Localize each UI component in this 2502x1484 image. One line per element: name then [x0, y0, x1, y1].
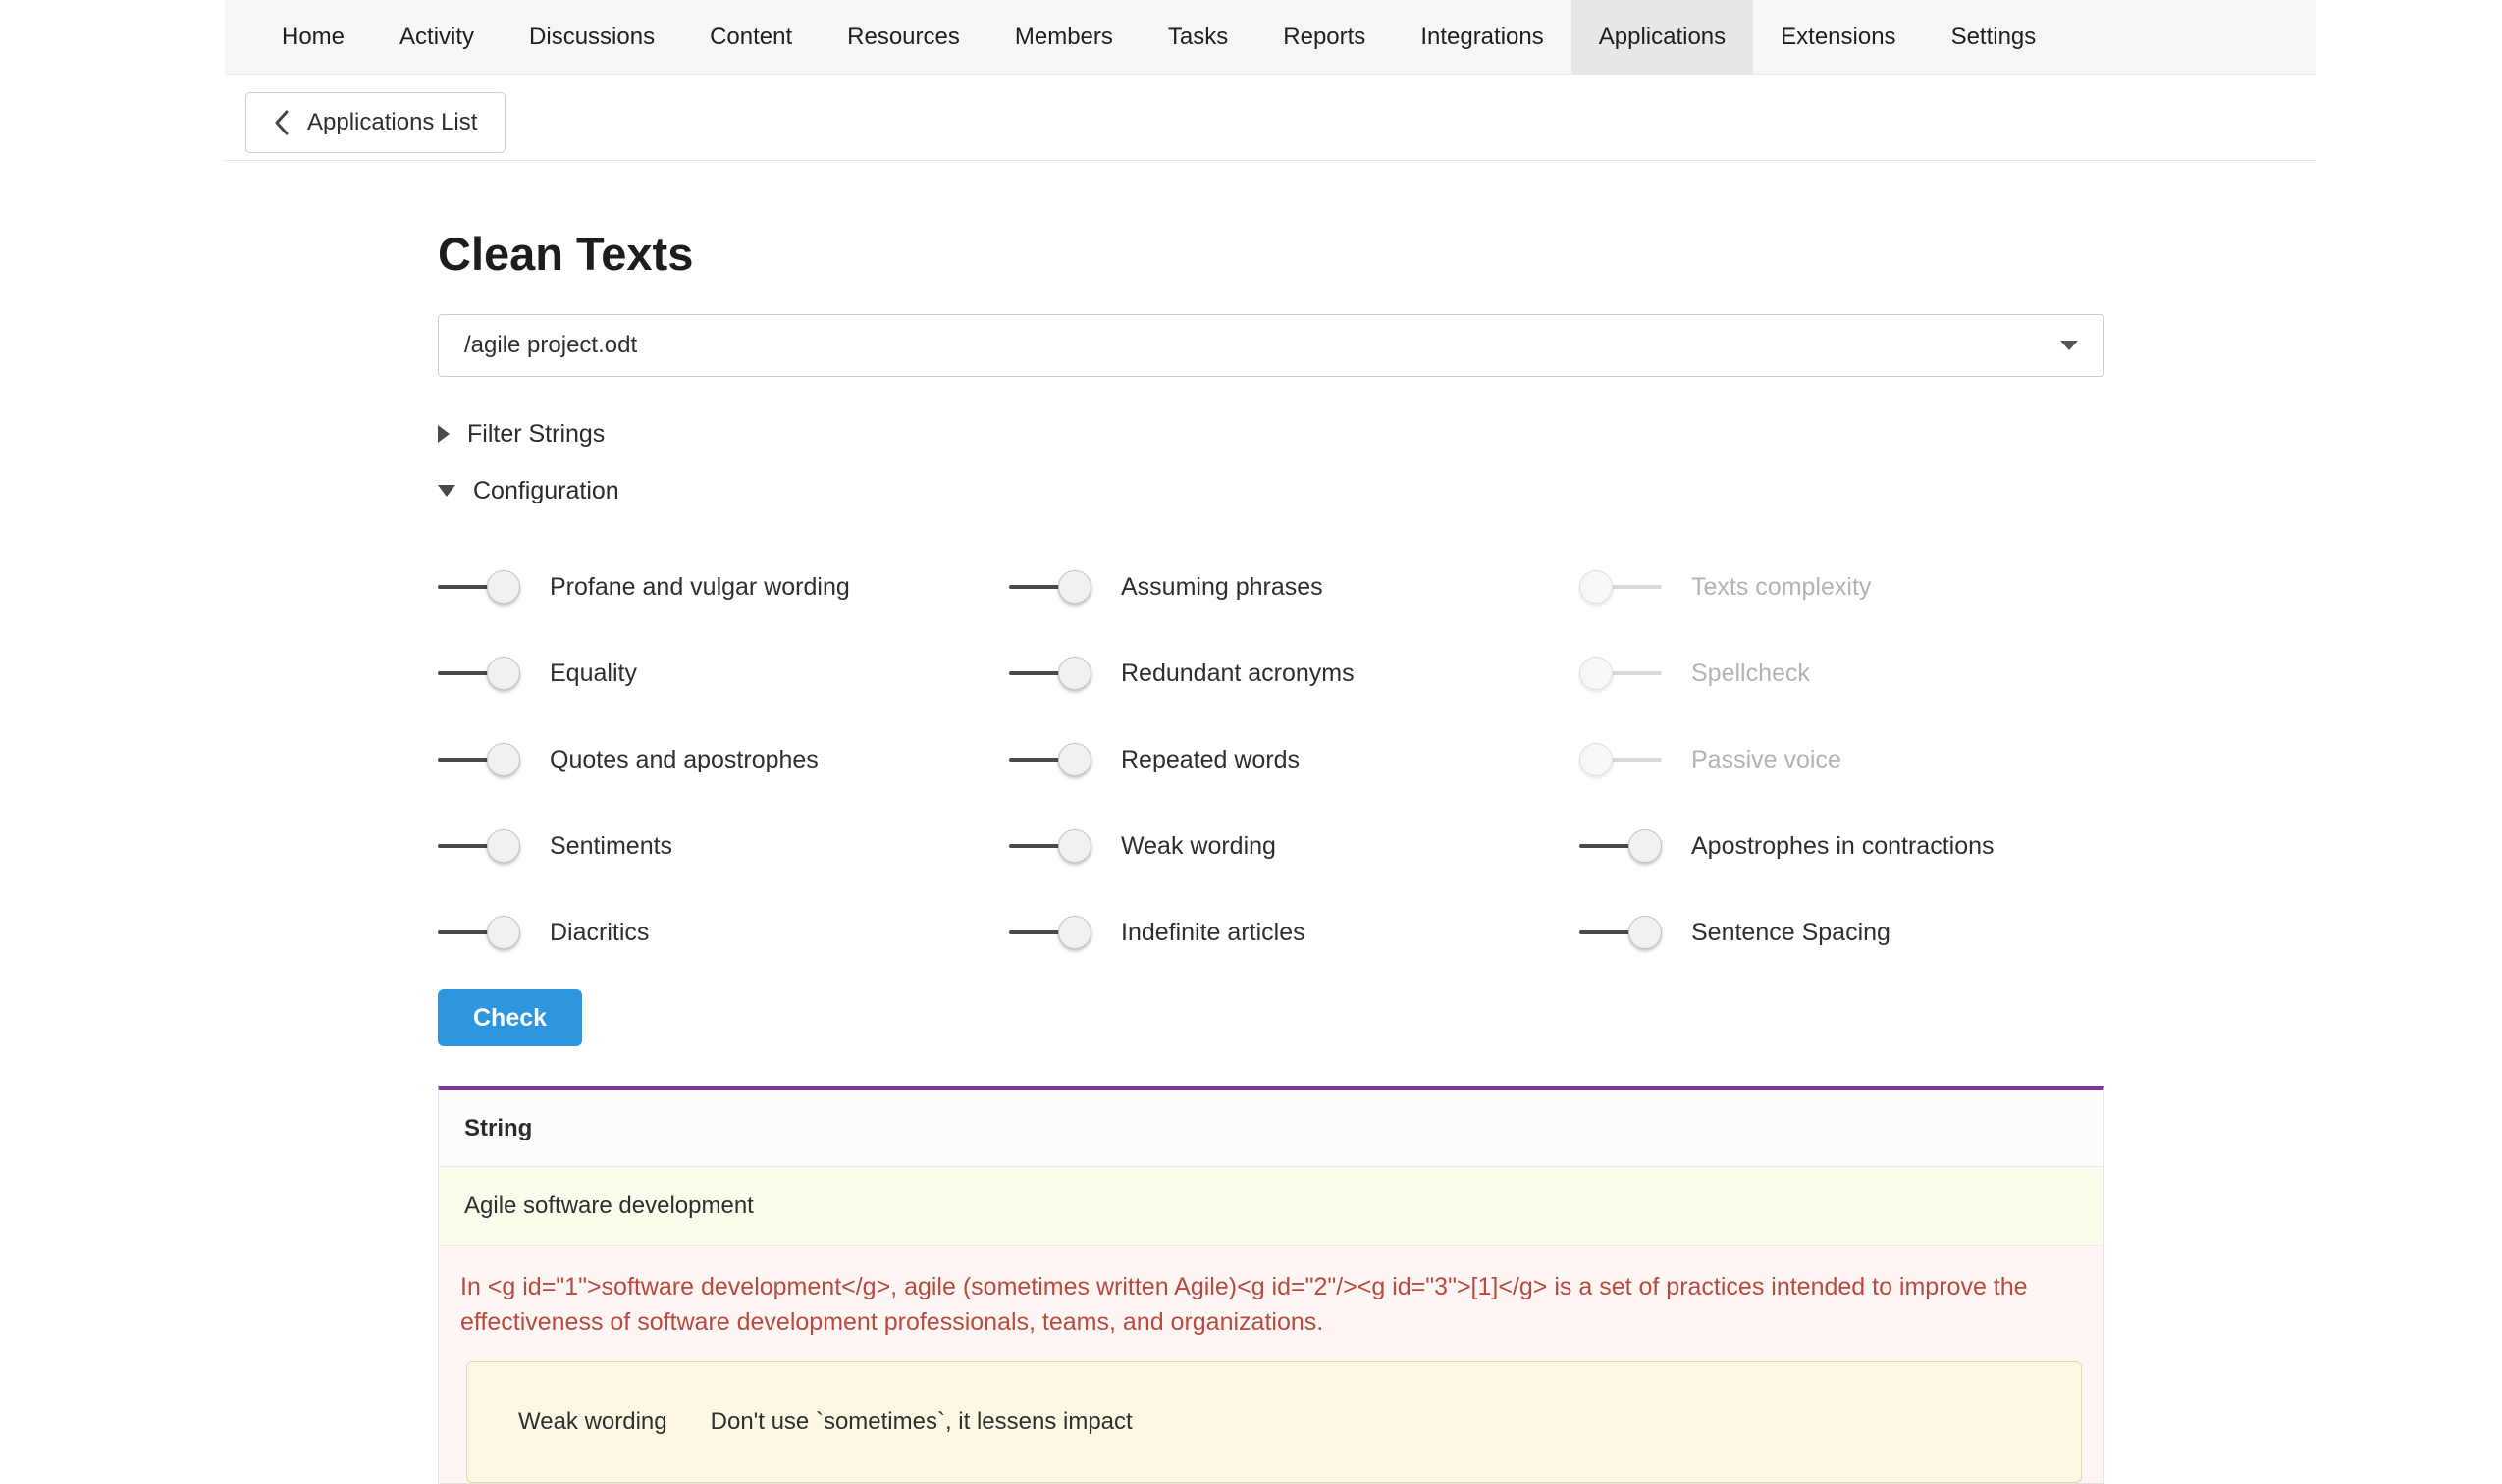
toggle-item-assuming-phrases: Assuming phrases — [1009, 570, 1579, 604]
switch-knob[interactable] — [1058, 916, 1091, 949]
nav-item-activity[interactable]: Activity — [372, 0, 502, 74]
toggle-item-profane-and-vulgar-wording: Profane and vulgar wording — [438, 570, 1009, 604]
nav-item-tasks[interactable]: Tasks — [1141, 0, 1255, 74]
switch-knob[interactable] — [1058, 829, 1091, 863]
error-text: In <g id="1">software development</g>, a… — [460, 1269, 2078, 1340]
issue-box: Weak wording Don't use `sometimes`, it l… — [466, 1361, 2082, 1483]
filter-strings-label: Filter Strings — [467, 420, 605, 449]
switch-knob[interactable] — [1058, 743, 1091, 776]
nav-item-resources[interactable]: Resources — [820, 0, 987, 74]
chevron-left-icon — [274, 109, 290, 136]
switch-knob[interactable] — [1579, 570, 1613, 604]
toggle-item-diacritics: Diacritics — [438, 916, 1009, 949]
toggle-switch-sentiments[interactable] — [438, 829, 520, 863]
configuration-section-toggle[interactable]: Configuration — [438, 475, 2104, 506]
triangle-down-icon — [438, 485, 455, 497]
toggle-switch-spellcheck[interactable] — [1579, 657, 1662, 690]
triangle-right-icon — [438, 425, 450, 443]
toggle-switch-diacritics[interactable] — [438, 916, 520, 949]
subheader: Applications List — [225, 75, 2316, 161]
toggle-item-texts-complexity: Texts complexity — [1579, 570, 2104, 604]
nav-item-integrations[interactable]: Integrations — [1393, 0, 1570, 74]
toggle-item-equality: Equality — [438, 657, 1009, 690]
switch-knob[interactable] — [487, 743, 520, 776]
nav-item-extensions[interactable]: Extensions — [1753, 0, 1923, 74]
toggle-item-quotes-and-apostrophes: Quotes and apostrophes — [438, 743, 1009, 776]
toggle-item-indefinite-articles: Indefinite articles — [1009, 916, 1579, 949]
results-panel: String Agile software development In <g … — [438, 1086, 2104, 1484]
switch-knob[interactable] — [1058, 657, 1091, 690]
switch-knob[interactable] — [487, 570, 520, 604]
toggle-item-passive-voice: Passive voice — [1579, 743, 2104, 776]
toggle-label: Sentence Spacing — [1691, 919, 1890, 947]
toggle-item-apostrophes-in-contractions: Apostrophes in contractions — [1579, 829, 2104, 863]
toggle-item-repeated-words: Repeated words — [1009, 743, 1579, 776]
toggle-label: Profane and vulgar wording — [550, 573, 850, 602]
toggle-item-sentence-spacing: Sentence Spacing — [1579, 916, 2104, 949]
caret-down-icon — [2060, 341, 2078, 350]
toggle-label: Quotes and apostrophes — [550, 746, 819, 774]
toggle-label: Sentiments — [550, 832, 672, 861]
toggle-switch-indefinite-articles[interactable] — [1009, 916, 1091, 949]
issue-type: Weak wording — [518, 1408, 667, 1436]
toggle-label: Passive voice — [1691, 746, 1841, 774]
toggle-label: Weak wording — [1121, 832, 1276, 861]
results-header: String — [439, 1090, 2103, 1167]
app-container: HomeActivityDiscussionsContentResourcesM… — [225, 0, 2316, 1484]
toggle-label: Spellcheck — [1691, 660, 1810, 688]
toggle-switch-apostrophes-in-contractions[interactable] — [1579, 829, 1662, 863]
toggle-label: Diacritics — [550, 919, 649, 947]
issue-message: Don't use `sometimes`, it lessens impact — [711, 1408, 1133, 1436]
toggle-switch-weak-wording[interactable] — [1009, 829, 1091, 863]
toggle-switch-equality[interactable] — [438, 657, 520, 690]
configuration-label: Configuration — [473, 477, 619, 505]
switch-knob[interactable] — [1579, 657, 1613, 690]
nav-item-settings[interactable]: Settings — [1924, 0, 2064, 74]
nav-item-content[interactable]: Content — [682, 0, 820, 74]
toggle-switch-sentence-spacing[interactable] — [1579, 916, 1662, 949]
toggle-label: Repeated words — [1121, 746, 1300, 774]
back-button-label: Applications List — [307, 109, 477, 136]
nav-item-applications[interactable]: Applications — [1571, 0, 1753, 74]
switch-knob[interactable] — [1058, 570, 1091, 604]
toggle-switch-redundant-acronyms[interactable] — [1009, 657, 1091, 690]
main-content: Clean Texts /agile project.odt Filter St… — [438, 161, 2104, 1484]
switch-knob[interactable] — [1628, 916, 1662, 949]
nav-item-home[interactable]: Home — [254, 0, 372, 74]
file-select[interactable]: /agile project.odt — [438, 314, 2104, 377]
toggle-item-spellcheck: Spellcheck — [1579, 657, 2104, 690]
nav-item-members[interactable]: Members — [987, 0, 1141, 74]
toggle-item-weak-wording: Weak wording — [1009, 829, 1579, 863]
filter-strings-section-toggle[interactable]: Filter Strings — [438, 418, 2104, 450]
check-button[interactable]: Check — [438, 989, 582, 1046]
page-title: Clean Texts — [438, 228, 2104, 281]
toggle-label: Assuming phrases — [1121, 573, 1323, 602]
applications-list-back-button[interactable]: Applications List — [245, 92, 506, 153]
toggle-label: Apostrophes in contractions — [1691, 832, 1995, 861]
toggle-switch-texts-complexity[interactable] — [1579, 570, 1662, 604]
toggle-label: Equality — [550, 660, 637, 688]
switch-knob[interactable] — [1628, 829, 1662, 863]
switch-knob[interactable] — [1579, 743, 1613, 776]
toggle-switch-assuming-phrases[interactable] — [1009, 570, 1091, 604]
string-title-row[interactable]: Agile software development — [439, 1167, 2103, 1246]
top-nav: HomeActivityDiscussionsContentResourcesM… — [225, 0, 2316, 75]
configuration-toggle-grid: Profane and vulgar wording Assuming phras… — [438, 544, 2104, 976]
nav-item-discussions[interactable]: Discussions — [502, 0, 682, 74]
toggle-label: Texts complexity — [1691, 573, 1871, 602]
switch-knob[interactable] — [487, 829, 520, 863]
toggle-label: Redundant acronyms — [1121, 660, 1355, 688]
toggle-item-sentiments: Sentiments — [438, 829, 1009, 863]
switch-knob[interactable] — [487, 657, 520, 690]
nav-item-reports[interactable]: Reports — [1255, 0, 1393, 74]
toggle-switch-profane-and-vulgar-wording[interactable] — [438, 570, 520, 604]
file-select-value: /agile project.odt — [464, 332, 637, 359]
toggle-switch-passive-voice[interactable] — [1579, 743, 1662, 776]
switch-knob[interactable] — [487, 916, 520, 949]
toggle-item-redundant-acronyms: Redundant acronyms — [1009, 657, 1579, 690]
error-text-block: In <g id="1">software development</g>, a… — [439, 1246, 2103, 1483]
toggle-switch-quotes-and-apostrophes[interactable] — [438, 743, 520, 776]
toggle-switch-repeated-words[interactable] — [1009, 743, 1091, 776]
toggle-label: Indefinite articles — [1121, 919, 1305, 947]
